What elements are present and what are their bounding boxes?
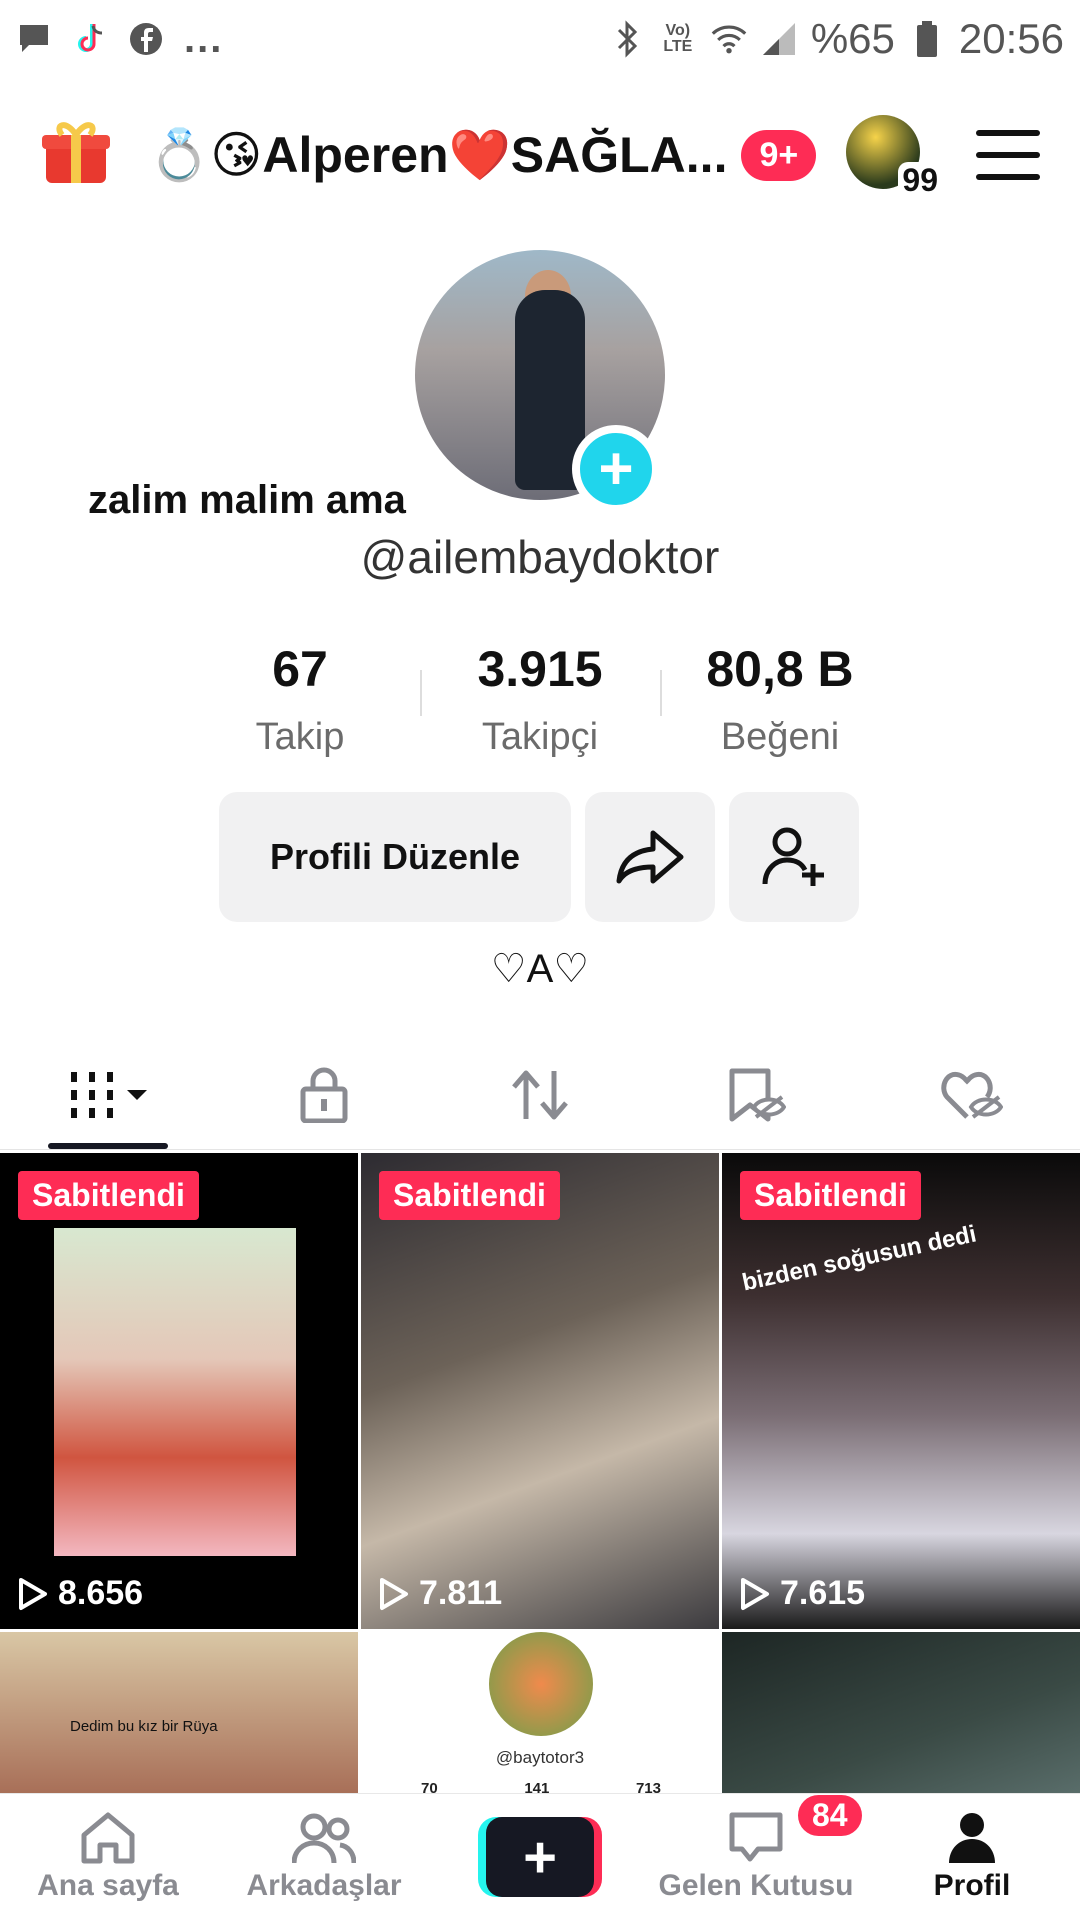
account-avatar-button[interactable]: 99: [846, 115, 942, 199]
mini-stat: 70: [421, 1780, 438, 1793]
view-count-value: 7.811: [419, 1574, 503, 1612]
nav-label: Gelen Kutusu: [658, 1869, 854, 1902]
mini-stat: 141: [524, 1780, 550, 1793]
edit-profile-button[interactable]: Profili Düzenle: [219, 792, 571, 922]
tab-reposts[interactable]: [432, 1040, 648, 1149]
add-profile-photo-button[interactable]: +: [572, 425, 660, 513]
view-count-value: 8.656: [58, 1574, 144, 1612]
play-icon: [380, 1577, 408, 1610]
nav-friends[interactable]: Arkadaşlar: [216, 1811, 432, 1903]
nav-label: Profil: [933, 1869, 1011, 1902]
avatar: [489, 1632, 593, 1736]
profile-icon: [949, 1813, 995, 1863]
nav-label: Ana sayfa: [37, 1869, 179, 1902]
view-count: 7.811: [379, 1574, 502, 1613]
tiktok-icon: [72, 21, 108, 57]
tab-liked[interactable]: [864, 1040, 1080, 1149]
chevron-down-icon: [127, 1089, 147, 1100]
video-thumbnail[interactable]: @baytotor3 70 141 713: [361, 1632, 719, 1793]
nav-inbox[interactable]: 84 Gelen Kutusu: [648, 1795, 864, 1903]
videos-grid-icon: [71, 1071, 113, 1118]
profile-stats: 67 Takip 3.915 Takipçi 80,8 B Beğeni: [180, 640, 900, 759]
bottom-navigation: Ana sayfa Arkadaşlar + 84 Gelen Kutusu P…: [0, 1793, 1080, 1920]
video-thumbnail[interactable]: Sabitlendi 7.811: [361, 1153, 719, 1629]
video-thumbnail[interactable]: bizden soğusun dedi Sabitlendi 7.615: [722, 1153, 1080, 1629]
avatar-count-badge: 99: [898, 162, 942, 199]
stat-label: Beğeni: [720, 716, 840, 758]
add-friend-button[interactable]: [729, 792, 859, 922]
view-count-value: 7.615: [780, 1574, 866, 1612]
pinned-badge: Sabitlendi: [18, 1171, 199, 1220]
stat-value: 67: [272, 641, 328, 697]
stat-label: Takip: [255, 716, 345, 758]
signal-icon: [761, 21, 797, 57]
profile-username: @ailembaydoktor: [360, 531, 720, 583]
battery-icon: [909, 21, 945, 57]
create-button[interactable]: +: [478, 1817, 602, 1897]
battery-percent: %65: [810, 15, 895, 62]
pinned-badge: Sabitlendi: [379, 1171, 560, 1220]
profile-bio: ♡A♡: [490, 947, 590, 991]
stat-likes[interactable]: 80,8 B Beğeni: [660, 640, 900, 759]
tab-saved[interactable]: [648, 1040, 864, 1149]
account-switcher-title[interactable]: 💍😘Alperen❤️SAĞLA...: [148, 126, 727, 185]
share-icon: [616, 830, 684, 884]
mini-stat: 713: [635, 1780, 661, 1793]
clock: 20:56: [958, 15, 1064, 62]
video-thumbnail[interactable]: [722, 1632, 1080, 1793]
video-caption: Dedim bu kız bir Rüya: [70, 1718, 218, 1735]
inbox-icon: [729, 1812, 783, 1862]
profile-nickname: zalim malim ama: [88, 478, 406, 522]
liked-hidden-icon: [941, 1071, 1003, 1119]
play-icon: [19, 1577, 47, 1610]
nav-profile[interactable]: Profil: [864, 1811, 1080, 1903]
view-count: 8.656: [18, 1574, 143, 1613]
video-preview-image: [54, 1228, 296, 1556]
profile-actions: Profili Düzenle: [219, 792, 859, 922]
tab-private[interactable]: [216, 1040, 432, 1149]
content-tabs: [0, 1040, 1080, 1150]
network-type: Vo) LTE: [663, 22, 693, 55]
tab-videos[interactable]: [0, 1040, 216, 1149]
nav-create[interactable]: +: [432, 1817, 648, 1897]
add-user-icon: [762, 827, 824, 886]
pinned-badge: Sabitlendi: [740, 1171, 921, 1220]
video-thumbnail[interactable]: Dedim bu kız bir Rüya: [0, 1632, 358, 1793]
repost-icon: [512, 1070, 568, 1119]
stat-value: 80,8 B: [706, 641, 854, 697]
video-overlay-text: bizden soğusun dedi: [739, 1220, 979, 1297]
gift-icon[interactable]: [40, 115, 120, 195]
notification-badge: 9+: [741, 129, 817, 181]
saved-hidden-icon: [729, 1068, 786, 1121]
inbox-badge: 84: [798, 1795, 862, 1836]
message-icon: [16, 21, 52, 57]
nav-home[interactable]: Ana sayfa: [0, 1811, 216, 1903]
nav-label: Arkadaşlar: [246, 1869, 402, 1902]
video-grid: Sabitlendi 8.656 Sabitlendi 7.811 bizden…: [0, 1153, 1080, 1793]
wifi-icon: [711, 21, 747, 57]
bluetooth-icon: [609, 20, 645, 58]
stat-followers[interactable]: 3.915 Takipçi: [420, 640, 660, 759]
more-notifications: ...: [184, 16, 224, 61]
hamburger-menu-icon[interactable]: [976, 130, 1040, 180]
plus-icon: +: [486, 1817, 594, 1897]
play-icon: [741, 1577, 769, 1610]
stat-label: Takipçi: [481, 716, 599, 758]
video-thumbnail[interactable]: Sabitlendi 8.656: [0, 1153, 358, 1629]
home-icon: [81, 1812, 135, 1864]
status-bar: ... Vo) LTE %65 20:56: [0, 0, 1080, 78]
lock-icon: [300, 1067, 348, 1123]
facebook-icon: [128, 21, 164, 57]
video-username: @baytotor3: [495, 1748, 585, 1767]
video-stats: 70 141 713: [421, 1780, 661, 1793]
stat-value: 3.915: [477, 641, 603, 697]
friends-icon: [292, 1813, 356, 1864]
view-count: 7.615: [740, 1574, 865, 1613]
stat-following[interactable]: 67 Takip: [180, 640, 420, 759]
share-profile-button[interactable]: [585, 792, 715, 922]
profile-header: 💍😘Alperen❤️SAĞLA... 9+ 99: [0, 100, 1080, 210]
